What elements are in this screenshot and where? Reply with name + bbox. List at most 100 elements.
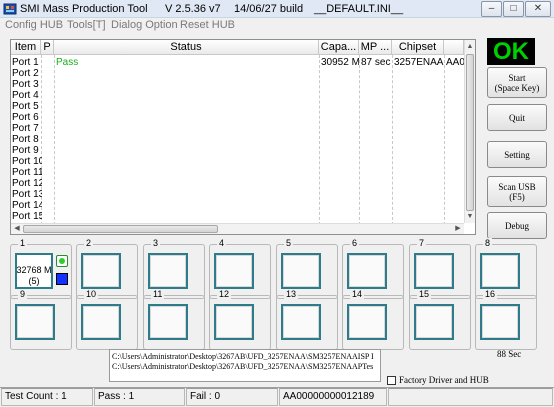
port-group-number: 3 (151, 238, 161, 248)
close-icon: ✕ (533, 3, 543, 14)
port-group-number: 5 (284, 238, 294, 248)
scroll-right-icon[interactable]: ▶ (453, 224, 463, 234)
port-row-label[interactable]: Port 3 (12, 79, 42, 90)
port-row-label[interactable]: Port 5 (12, 101, 42, 112)
port-slot-10[interactable] (81, 304, 121, 340)
status-led-dot (59, 258, 65, 264)
port-slot-14[interactable] (347, 304, 387, 340)
quit-button[interactable]: Quit (487, 104, 547, 131)
port-row-label[interactable]: Port 14 (12, 200, 42, 211)
port-slot-3[interactable] (148, 253, 188, 289)
port-slot-16[interactable] (480, 304, 520, 340)
slot1-time: (5) (28, 276, 40, 286)
isp-path: C:\Users\Administrator\Desktop\3267AB\UF… (112, 352, 374, 361)
port-group-number: 6 (350, 238, 360, 248)
start-button[interactable]: Start (Space Key) (487, 67, 547, 98)
port-row-label[interactable]: Port 12 (12, 178, 42, 189)
vertical-scroll-thumb[interactable] (466, 54, 474, 211)
port-row-label[interactable]: Port 7 (12, 123, 42, 134)
factory-driver-label: Factory Driver and HUB (399, 375, 489, 385)
debug-button[interactable]: Debug (487, 212, 547, 239)
column-divider (359, 55, 360, 225)
elapsed-seconds: 88 Sec (497, 349, 522, 359)
port-list[interactable]: Item P Status Capa... MP ... Chipset Por… (10, 39, 476, 235)
window-title: SMI Mass Production Tool (20, 3, 148, 15)
port-slot-12[interactable] (214, 304, 254, 340)
port-slot-9[interactable] (15, 304, 55, 340)
port-slot-6[interactable] (347, 253, 387, 289)
column-divider (54, 55, 55, 225)
window-build: 14/06/27 build (234, 3, 304, 15)
fail-count: Fail : 0 (186, 388, 278, 406)
slot1-capacity: 32768 M (16, 265, 52, 275)
port-slot-8[interactable] (480, 253, 520, 289)
column-divider (319, 55, 320, 225)
port-group-number: 9 (18, 289, 28, 299)
port-row-label[interactable]: Port 13 (12, 189, 42, 200)
header-capacity[interactable]: Capa... (319, 40, 359, 55)
minimize-icon: – (488, 3, 495, 14)
port-slot-2[interactable] (81, 253, 121, 289)
port-row-label[interactable]: Port 6 (12, 112, 42, 123)
maximize-icon: □ (510, 3, 517, 14)
port-row-label[interactable]: Port 8 (12, 134, 42, 145)
port-slot-15[interactable] (414, 304, 454, 340)
scan-usb-button[interactable]: Scan USB (F5) (487, 176, 547, 207)
header-item[interactable]: Item (11, 40, 41, 55)
port-group-number: 1 (18, 238, 28, 248)
column-divider (444, 55, 445, 225)
window-version: V 2.5.36 v7 (165, 3, 221, 15)
port1-status: Pass (56, 57, 79, 68)
factory-driver-checkbox[interactable] (387, 376, 396, 385)
header-mp-time[interactable]: MP ... (359, 40, 392, 55)
menu-config-hub[interactable]: Config HUB (5, 19, 63, 31)
port-row-label[interactable]: Port 11 (12, 167, 42, 178)
menu-reset-hub[interactable]: Reset HUB (180, 19, 235, 31)
status-led-blue (56, 273, 68, 285)
port1-chipset: 3257ENAA (394, 57, 444, 68)
header-chipset[interactable]: Chipset (392, 40, 444, 55)
test-count: Test Count : 1 (1, 388, 93, 406)
scroll-left-icon[interactable]: ◀ (12, 224, 22, 234)
minimize-button[interactable]: – (481, 1, 502, 17)
port-slot-5[interactable] (281, 253, 321, 289)
port-row-label[interactable]: Port 4 (12, 90, 42, 101)
port-row-label[interactable]: Port 1 (12, 57, 42, 68)
scroll-up-icon[interactable]: ▲ (465, 42, 475, 52)
port-group-number: 14 (350, 289, 365, 299)
header-status[interactable]: Status (54, 40, 319, 55)
header-extra[interactable] (444, 40, 464, 55)
maximize-button[interactable]: □ (503, 1, 524, 17)
menu-tools[interactable]: Tools[T] (67, 19, 106, 31)
menu-dialog-option[interactable]: Dialog Option (111, 19, 178, 31)
path-info-box: C:\Users\Administrator\Desktop\3267AB\UF… (109, 349, 381, 382)
window-ini: __DEFAULT.INI__ (314, 3, 404, 15)
port1-extra: AA0 (446, 57, 464, 68)
port-row-label[interactable]: Port 9 (12, 145, 42, 156)
column-divider (392, 55, 393, 225)
port-slot-7[interactable] (414, 253, 454, 289)
app-icon (3, 3, 17, 15)
horizontal-scroll-thumb[interactable] (23, 225, 218, 233)
port-group-number: 11 (151, 289, 165, 299)
port-slot-4[interactable] (214, 253, 254, 289)
close-button[interactable]: ✕ (525, 1, 551, 17)
test-path: C:\Users\Administrator\Desktop\3267AB\UF… (112, 362, 374, 371)
port-group-number: 13 (284, 289, 299, 299)
status-bar-empty (388, 388, 553, 406)
port-group-number: 10 (84, 289, 99, 299)
port-row-label[interactable]: Port 2 (12, 68, 42, 79)
port-group-number: 7 (417, 238, 427, 248)
header-p[interactable]: P (41, 40, 54, 55)
port-row-label[interactable]: Port 10 (12, 156, 42, 167)
port-row-label[interactable]: Port 15 (12, 211, 42, 220)
port-group-number: 12 (217, 289, 232, 299)
port1-mp-time: 87 sec (361, 57, 391, 68)
port-group-number: 16 (483, 289, 498, 299)
pass-count: Pass : 1 (94, 388, 185, 406)
port-slot-11[interactable] (148, 304, 188, 340)
setting-button[interactable]: Setting (487, 141, 547, 168)
scroll-down-icon[interactable]: ▼ (465, 212, 475, 222)
port-group-number: 2 (84, 238, 94, 248)
port-slot-13[interactable] (281, 304, 321, 340)
